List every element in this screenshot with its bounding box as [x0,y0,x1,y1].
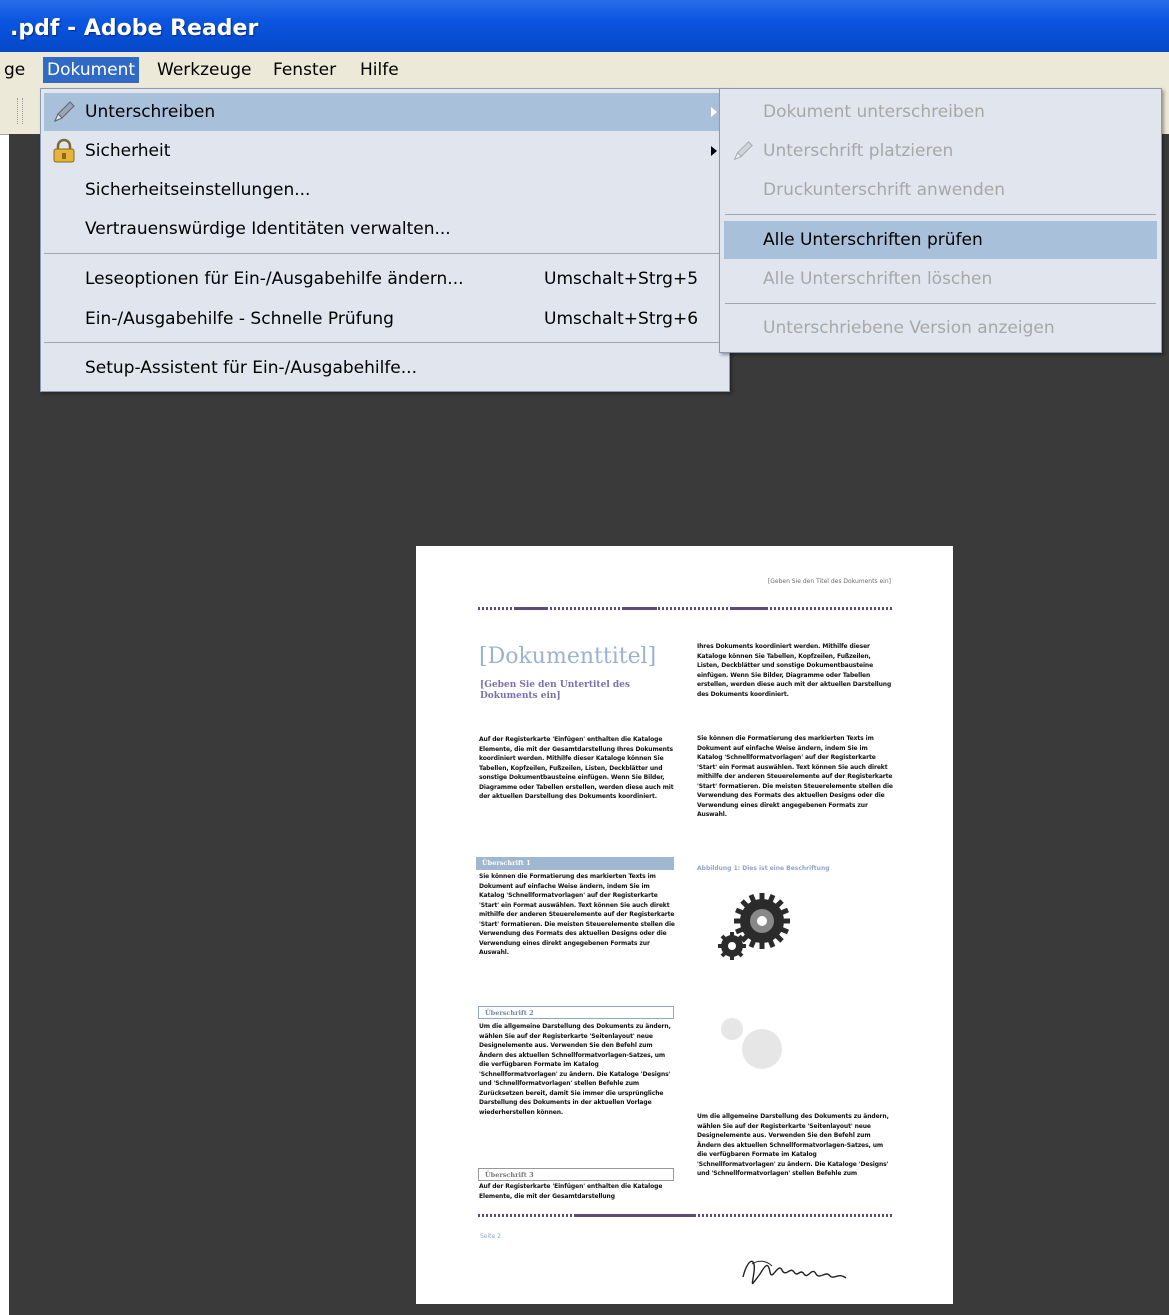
menu-item-label: Unterschreiben [85,102,216,122]
menu-separator [725,214,1156,215]
submenu-item-alle-pruefen[interactable]: Alle Unterschriften prüfen [724,221,1157,259]
menu-item-label: Alle Unterschriften prüfen [763,230,983,250]
footer-rule-accent [576,1214,696,1217]
menu-dokument[interactable]: Dokument [43,57,140,83]
pen-icon [54,101,75,122]
menu-item-label: Leseoptionen für Ein-/Ausgabehilfe änder… [85,269,464,289]
menu-werkzeuge[interactable]: Werkzeuge [153,57,256,83]
menu-item-sicherheit[interactable]: Sicherheit [44,132,726,170]
menu-item-setup-assistent[interactable]: Setup-Assistent für Ein-/Ausgabehilfe... [44,349,726,387]
header-rule-accent [514,607,548,610]
submenu-arrow-icon [711,107,717,117]
heading-2-body: Um die allgemeine Darstellung des Dokume… [479,1023,671,1116]
unterschreiben-submenu: Dokument unterschreiben Unterschrift pla… [719,88,1162,353]
menu-item-label: Setup-Assistent für Ein-/Ausgabehilfe... [85,358,417,378]
menu-item-label: Unterschrift platzieren [763,141,954,161]
menu-item-label: Ein-/Ausgabehilfe - Schnelle Prüfung [85,309,394,329]
menu-separator [44,253,726,254]
menu-item-label: Sicherheit [85,141,171,161]
submenu-item-dokument-unterschreiben[interactable]: Dokument unterschreiben [723,93,1158,131]
right-paragraph-1: Ihres Dokuments koordiniert werden. Mith… [697,643,892,698]
submenu-item-unterschrift-platzieren[interactable]: Unterschrift platzieren [723,132,1158,170]
toolbar-grip[interactable] [17,98,23,124]
figure-caption: Abbildung 1: Dies ist eine Beschriftung [697,865,830,872]
submenu-item-unterschriebene-version[interactable]: Unterschriebene Version anzeigen [723,309,1158,347]
menu-item-label: Alle Unterschriften löschen [763,269,993,289]
menu-bar: ge Dokument Werkzeuge Fenster Hilfe [0,52,1169,89]
menu-item-shortcut: Umschalt+Strg+5 [544,269,699,289]
page-header-text: [Geben Sie den Titel des Dokuments ein] [767,578,891,585]
dokument-menu: Unterschreiben Sicherheit Sicherheitsein… [40,88,730,392]
pen-icon [733,141,753,161]
page-number: Seite 2 [480,1233,501,1240]
signature-image [742,1260,847,1285]
right-paragraph-3: Um die allgemeine Darstellung des Dokume… [697,1113,889,1177]
title-bar: .pdf - Adobe Reader [0,0,1169,52]
doc-subtitle: [Geben Sie den Untertitel des Dokuments … [480,680,630,701]
menu-hilfe[interactable]: Hilfe [356,57,403,83]
submenu-item-druckunterschrift[interactable]: Druckunterschrift anwenden [723,171,1158,209]
gears-image [718,893,790,960]
intro-paragraph: Auf der Registerkarte 'Einfügen' enthalt… [479,736,674,800]
submenu-item-alle-loeschen[interactable]: Alle Unterschriften löschen [723,260,1158,298]
window-title: .pdf - Adobe Reader [10,16,259,41]
menu-item-unterschreiben[interactable]: Unterschreiben [44,93,726,131]
left-window-edge [0,0,9,1315]
menu-separator [44,342,726,343]
menu-item-leseoptionen[interactable]: Leseoptionen für Ein-/Ausgabehilfe änder… [44,260,726,298]
heading-2: Überschrift 2 [478,1006,674,1019]
menu-item-schnelle-pruefung[interactable]: Ein-/Ausgabehilfe - Schnelle Prüfung Ums… [44,300,726,338]
header-rule-accent [623,607,657,610]
menu-item-label: Druckunterschrift anwenden [763,180,1005,200]
heading-3: Überschrift 3 [478,1168,674,1181]
menu-fenster[interactable]: Fenster [269,57,340,83]
lock-icon [53,138,75,163]
heading-3-body: Auf der Registerkarte 'Einfügen' enthalt… [479,1183,663,1200]
menu-item-label: Unterschriebene Version anzeigen [763,318,1055,338]
right-paragraph-2: Sie können die Formatierung des markiert… [697,735,893,818]
gears-reflection-image [721,1018,782,1069]
doc-title: [Dokumenttitel] [479,644,657,669]
header-rule-accent [732,607,766,610]
heading-1-body: Sie können die Formatierung des markiert… [479,873,675,956]
menu-item-sicherheitseinstellungen[interactable]: Sicherheitseinstellungen... [44,171,726,209]
menu-item-shortcut: Umschalt+Strg+6 [544,309,699,329]
menu-item-identitaeten-verwalten[interactable]: Vertrauenswürdige Identitäten verwalten.… [44,210,726,248]
menu-item-label: Vertrauenswürdige Identitäten verwalten.… [85,219,451,239]
submenu-arrow-icon [711,146,717,156]
menu-ansicht-partial[interactable]: ge [0,57,29,83]
menu-item-label: Sicherheitseinstellungen... [85,180,311,200]
document-page: [Geben Sie den Titel des Dokuments ein] … [416,546,953,1304]
heading-1: Überschrift 1 [476,857,674,870]
menu-item-label: Dokument unterschreiben [763,102,985,122]
menu-separator [725,303,1156,304]
